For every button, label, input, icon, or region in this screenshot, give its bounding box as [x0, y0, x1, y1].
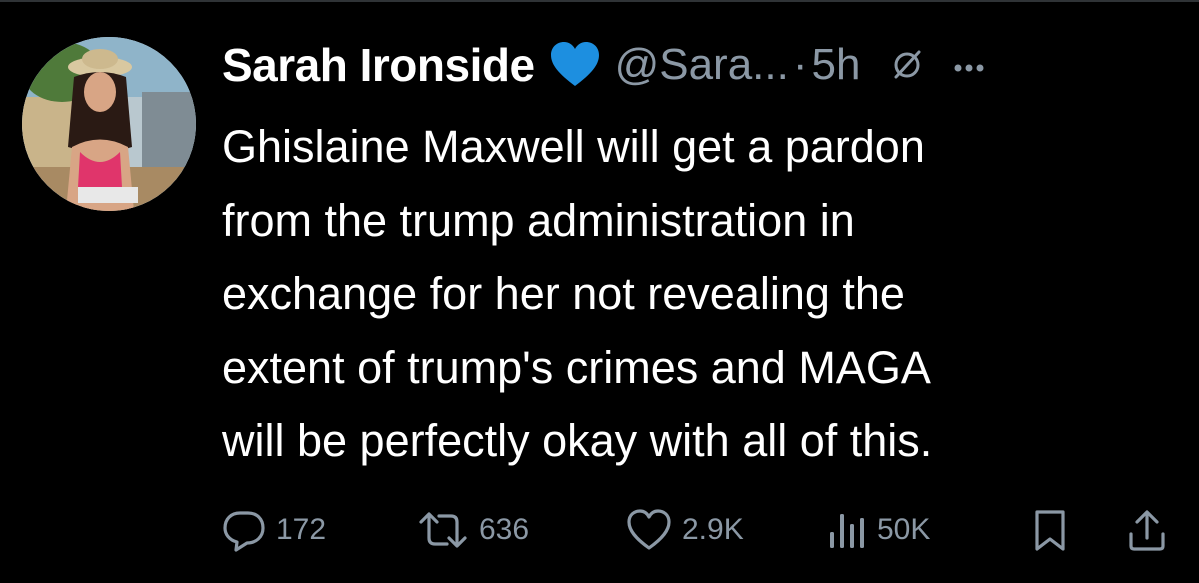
views-button[interactable]: 50K: [827, 506, 930, 554]
tweet-text: Ghislaine Maxwell will get a pardon from…: [222, 121, 933, 466]
reply-count: 172: [276, 513, 327, 546]
tweet-header: Sarah Ironside @Sara... · 5h: [222, 34, 984, 96]
more-icon[interactable]: [954, 60, 984, 72]
bookmark-button[interactable]: [1032, 506, 1068, 554]
like-button[interactable]: 2.9K: [626, 506, 744, 554]
display-name[interactable]: Sarah Ironside: [222, 38, 535, 92]
timestamp[interactable]: 5h: [812, 40, 861, 90]
like-icon: [626, 508, 672, 552]
bookmark-icon: [1032, 508, 1068, 552]
action-bar: 172 636 2.9K 50K: [222, 500, 1172, 560]
retweet-icon: [417, 508, 469, 552]
views-icon: [827, 508, 867, 552]
tweet[interactable]: Sarah Ironside @Sara... · 5h Ghislaine M…: [0, 0, 1199, 583]
like-count: 2.9K: [682, 513, 744, 546]
retweet-button[interactable]: 636: [417, 506, 529, 554]
reply-icon: [222, 508, 266, 552]
separator-dot: ·: [792, 40, 808, 89]
handle[interactable]: @Sara...: [615, 40, 789, 90]
share-button[interactable]: [1127, 506, 1167, 554]
grok-icon[interactable]: [890, 48, 924, 82]
blue-heart-emoji-icon: [549, 41, 601, 89]
avatar[interactable]: [22, 37, 196, 211]
views-count: 50K: [877, 513, 931, 546]
retweet-count: 636: [479, 513, 530, 546]
share-icon: [1127, 508, 1167, 552]
reply-button[interactable]: 172: [222, 506, 326, 554]
